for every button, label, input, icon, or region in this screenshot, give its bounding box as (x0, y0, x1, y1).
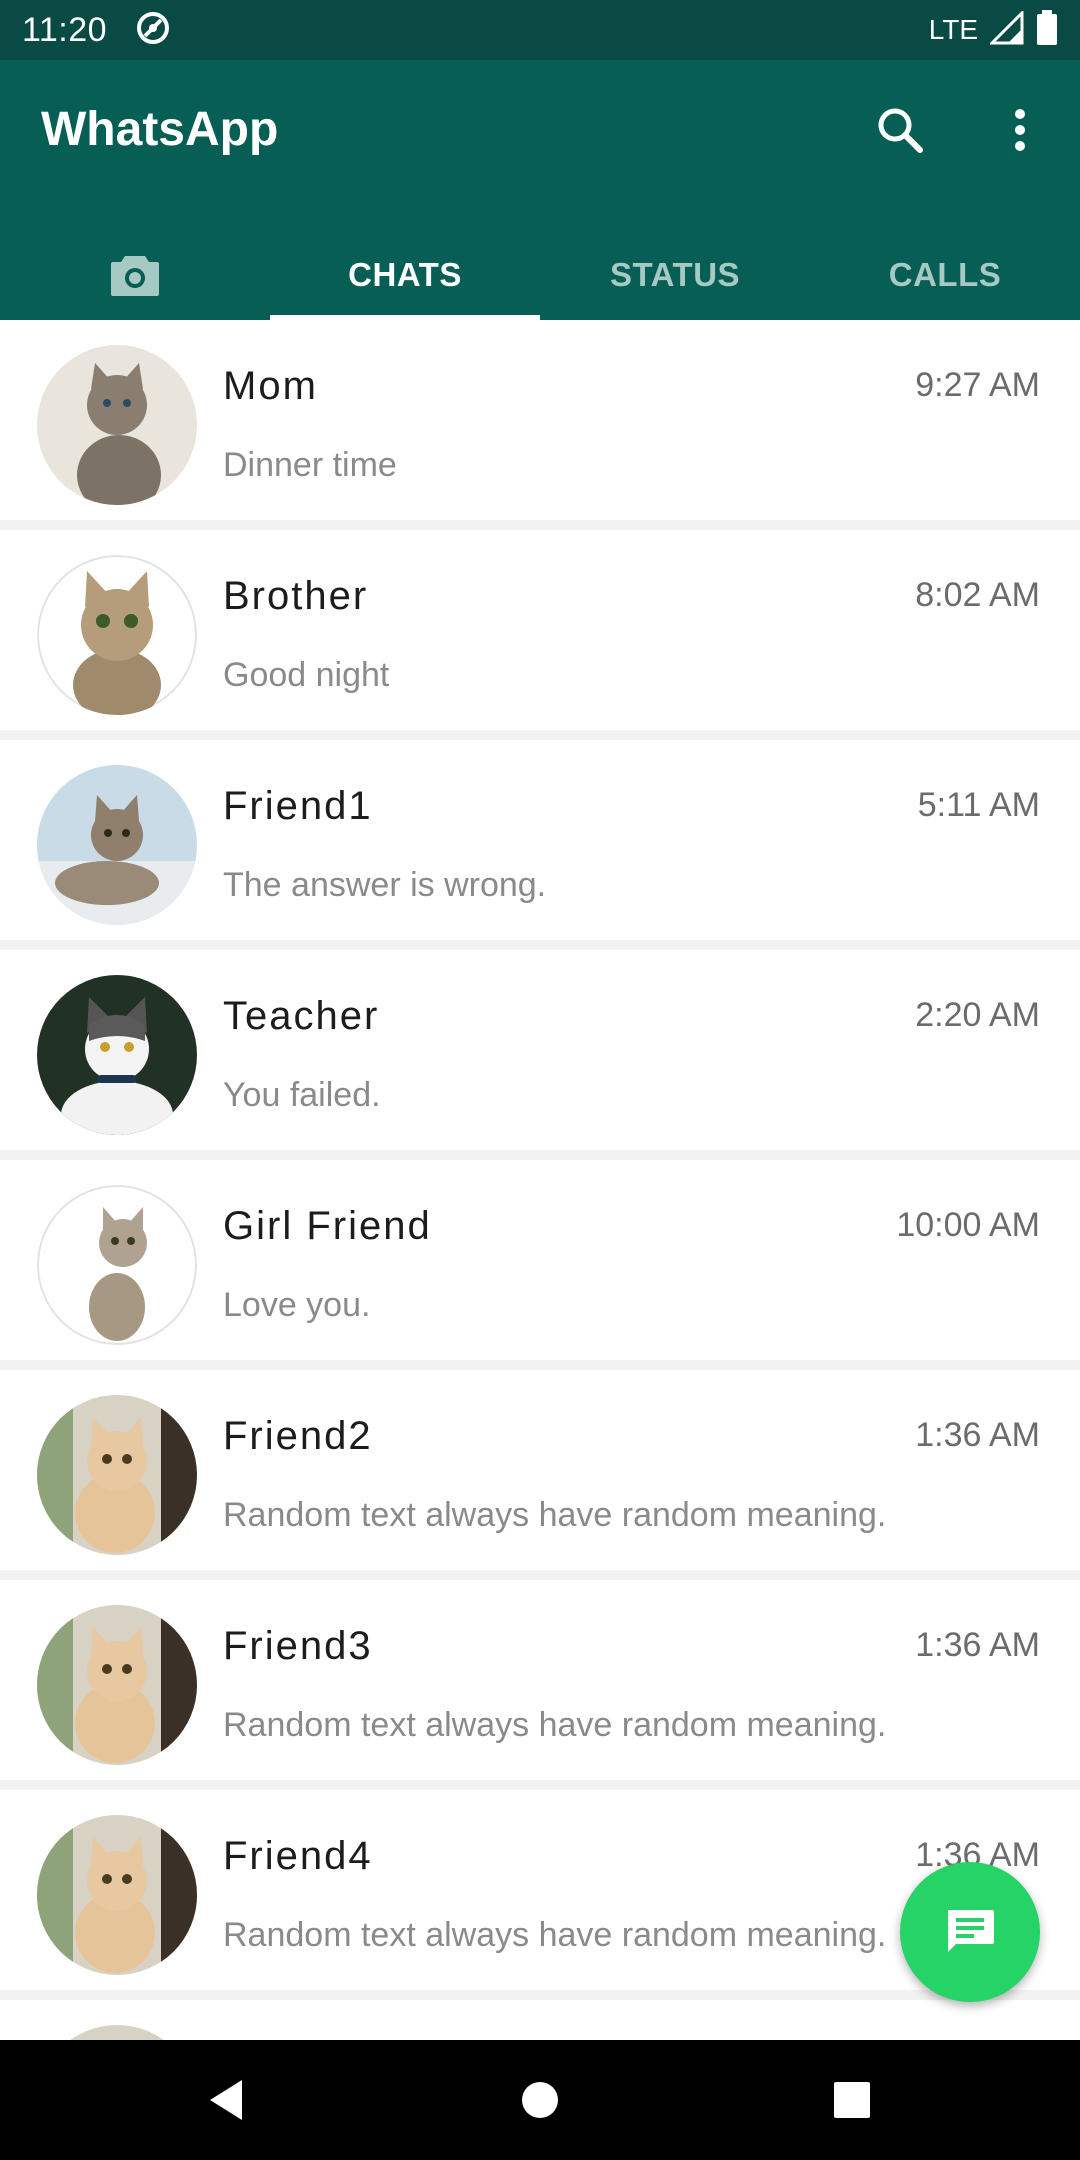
chat-last-message: Random text always have random meaning. (223, 1706, 887, 1744)
chat-time: 2:20 AM (915, 996, 1040, 1034)
avatar[interactable] (37, 1815, 197, 1975)
more-vert-icon (1015, 109, 1025, 151)
chat-row[interactable]: Friend3 1:36 AM Random text always have … (0, 1580, 1080, 1780)
more-options-button[interactable] (1000, 102, 1040, 158)
tab-camera[interactable] (0, 230, 270, 320)
avatar[interactable] (37, 975, 197, 1135)
status-time: 11:20 (22, 10, 108, 49)
chat-last-message: Dinner time (223, 446, 397, 484)
avatar[interactable] (37, 1395, 197, 1555)
chat-row[interactable]: Girl Friend 10:00 AM Love you. (0, 1160, 1080, 1360)
chat-last-message: Love you. (223, 1286, 371, 1324)
signal-icon (988, 8, 1024, 50)
chat-last-message: Random text always have random meaning. (223, 1916, 887, 1954)
chat-time: 1:36 AM (915, 1416, 1040, 1454)
chat-name: Teacher (223, 994, 380, 1038)
nav-recents-icon (834, 2082, 870, 2118)
nav-back-icon (210, 2080, 242, 2120)
chat-row[interactable]: Friend2 1:36 AM Random text always have … (0, 1370, 1080, 1570)
avatar[interactable] (37, 765, 197, 925)
tab-bar: CHATS STATUS CALLS (0, 230, 1080, 320)
chat-time: 10:00 AM (896, 1206, 1040, 1244)
chat-name: Friend1 (223, 784, 373, 828)
avatar[interactable] (37, 555, 197, 715)
nav-recents-button[interactable] (822, 2070, 882, 2130)
avatar[interactable] (37, 1605, 197, 1765)
app-title: WhatsApp (41, 103, 279, 156)
tab-status[interactable]: STATUS (540, 230, 810, 320)
chat-last-message: You failed. (223, 1076, 381, 1114)
chat-row[interactable] (0, 2000, 1080, 2040)
new-chat-icon (948, 1910, 994, 1952)
app-bar: WhatsApp CHATS STATUS CALLS (0, 60, 1080, 320)
data-saver-icon (135, 10, 171, 51)
chat-name: Friend4 (223, 1834, 373, 1878)
chat-last-message: The answer is wrong. (223, 866, 547, 904)
chat-name: Friend2 (223, 1414, 373, 1458)
chat-time: 9:27 AM (915, 366, 1040, 404)
chat-time: 5:11 AM (917, 786, 1040, 824)
system-nav-bar (0, 2040, 1080, 2160)
nav-home-button[interactable] (510, 2070, 570, 2130)
chat-time: 8:02 AM (915, 576, 1040, 614)
chat-name: Girl Friend (223, 1204, 432, 1248)
avatar[interactable] (37, 1185, 197, 1345)
tab-calls[interactable]: CALLS (810, 230, 1080, 320)
chat-name: Friend3 (223, 1624, 373, 1668)
chat-row[interactable]: Mom 9:27 AM Dinner time (0, 320, 1080, 520)
chat-last-message: Good night (223, 656, 390, 694)
chat-row[interactable]: Brother 8:02 AM Good night (0, 530, 1080, 730)
battery-icon (1036, 9, 1058, 51)
search-icon (878, 108, 923, 153)
nav-back-button[interactable] (196, 2070, 256, 2130)
network-type: LTE (928, 14, 978, 45)
chat-time: 1:36 AM (915, 1626, 1040, 1664)
nav-home-icon (522, 2082, 558, 2118)
tab-chats[interactable]: CHATS (270, 230, 540, 320)
chat-list: Mom 9:27 AM Dinner time Brother 8:02 AM … (0, 320, 1080, 2040)
chat-name: Brother (223, 574, 369, 618)
chat-last-message: Random text always have random meaning. (223, 1496, 887, 1534)
search-button[interactable] (872, 102, 928, 158)
chat-name: Mom (223, 364, 318, 408)
chat-row[interactable]: Friend1 5:11 AM The answer is wrong. (0, 740, 1080, 940)
camera-icon (111, 256, 159, 296)
status-bar: 11:20 LTE (0, 0, 1080, 60)
chat-row[interactable]: Teacher 2:20 AM You failed. (0, 950, 1080, 1150)
avatar[interactable] (37, 345, 197, 505)
new-chat-button[interactable] (900, 1862, 1040, 2002)
avatar[interactable] (37, 2025, 197, 2040)
